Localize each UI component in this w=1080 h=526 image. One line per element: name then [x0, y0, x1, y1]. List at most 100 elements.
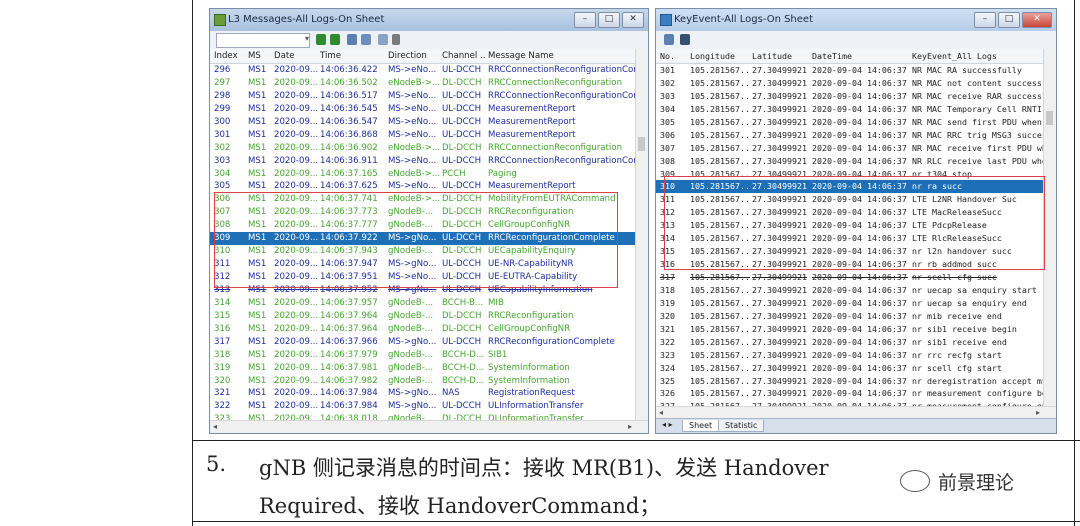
kv-table-row[interactable]: 302 105.281567... 27.30499921 2020-09-04 14…	[656, 77, 1044, 90]
tab-nav-icon[interactable]: ◂ ▸	[662, 420, 673, 429]
export-icon[interactable]	[361, 34, 371, 45]
scroll-right-icon[interactable]: ▸	[1036, 408, 1040, 417]
kv-table-row[interactable]: 325 105.281567... 27.30499921 2020-09-04 14…	[656, 375, 1044, 388]
kv-table-row[interactable]: 322 105.281567... 27.30499921 2020-09-04 14…	[656, 336, 1044, 349]
l3-table-row[interactable]: 317 MS1 2020-09... 14:06:37.966 MS->gNo... UL…	[210, 336, 636, 349]
l3-table-row[interactable]: 305 MS1 2020-09... 14:06:37.625 MS->eNo... UL…	[210, 180, 636, 193]
l3-table-row[interactable]: 296 MS1 2020-09... 14:06:36.422 MS->eNo... UL…	[210, 64, 636, 77]
l3-messages-window[interactable]: L3 Messages-All Logs-On Sheet – □ ✕ ▾ In…	[209, 8, 649, 434]
kv-header-latitude[interactable]: Latitude	[752, 49, 810, 63]
l3-table-row[interactable]: 312 MS1 2020-09... 14:06:37.951 MS->eNo... UL…	[210, 271, 636, 284]
l3-table-row[interactable]: 302 MS1 2020-09... 14:06:36.902 eNodeB->... D…	[210, 142, 636, 155]
kv-header-longitude[interactable]: Longitude	[690, 49, 750, 63]
l3-table-row[interactable]: 318 MS1 2020-09... 14:06:37.979 gNodeB-... BC…	[210, 349, 636, 362]
kv-title-bar[interactable]: KeyEvent-All Logs-On Sheet – □ ✕	[656, 9, 1056, 31]
l3-header-direction[interactable]: Direction	[388, 49, 440, 63]
close-button[interactable]: ✕	[1022, 12, 1052, 28]
kv-table-row[interactable]: 309 105.281567... 27.30499921 2020-09-04 14…	[656, 168, 1044, 181]
kv-table-row[interactable]: 320 105.281567... 27.30499921 2020-09-04 14…	[656, 310, 1044, 323]
kv-table-row[interactable]: 306 105.281567... 27.30499921 2020-09-04 14…	[656, 129, 1044, 142]
arrow-up-icon[interactable]	[330, 34, 340, 45]
l3-table-row[interactable]: 310 MS1 2020-09... 14:06:37.943 gNodeB-... DL…	[210, 245, 636, 258]
l3-header-message-name[interactable]: Message Name	[488, 49, 636, 63]
l3-table-row[interactable]: 303 MS1 2020-09... 14:06:36.911 MS->eNo... UL…	[210, 155, 636, 168]
kv-header-datetime[interactable]: DateTime	[812, 49, 908, 63]
kv-table-row[interactable]: 312 105.281567... 27.30499921 2020-09-04 14…	[656, 206, 1044, 219]
copy-icon[interactable]	[664, 34, 674, 45]
l3-table-row[interactable]: 316 MS1 2020-09... 14:06:37.964 gNodeB-... DL…	[210, 323, 636, 336]
l3-table-row[interactable]: 319 MS1 2020-09... 14:06:37.981 gNodeB-... BC…	[210, 362, 636, 375]
kv-table-row[interactable]: 308 105.281567... 27.30499921 2020-09-04 14…	[656, 155, 1044, 168]
l3-table-row[interactable]: 313 MS1 2020-09... 14:06:37.952 MS->gNo... UL…	[210, 284, 636, 297]
kv-table-row[interactable]: 321 105.281567... 27.30499921 2020-09-04 14…	[656, 323, 1044, 336]
l3-header-time[interactable]: Time	[320, 49, 386, 63]
l3-table-row[interactable]: 307 MS1 2020-09... 14:06:37.773 gNodeB-... DL…	[210, 206, 636, 219]
kv-table-row[interactable]: 318 105.281567... 27.30499921 2020-09-04 14…	[656, 284, 1044, 297]
kv-table-row[interactable]: 323 105.281567... 27.30499921 2020-09-04 14…	[656, 349, 1044, 362]
kv-table-row[interactable]: 326 105.281567... 27.30499921 2020-09-04 14…	[656, 387, 1044, 400]
kv-table-row[interactable]: 313 105.281567... 27.30499921 2020-09-04 14…	[656, 219, 1044, 232]
kv-table-row[interactable]: 310 105.281567... 27.30499921 2020-09-04 14…	[656, 180, 1044, 194]
kv-table-row[interactable]: 304 105.281567... 27.30499921 2020-09-04 14…	[656, 103, 1044, 116]
kv-table-row[interactable]: 301 105.281567... 27.30499921 2020-09-04 14…	[656, 64, 1044, 77]
kv-table-row[interactable]: 319 105.281567... 27.30499921 2020-09-04 14…	[656, 297, 1044, 310]
l3-table-row[interactable]: 308 MS1 2020-09... 14:06:37.777 gNodeB-... DL…	[210, 219, 636, 232]
scroll-left-icon[interactable]: ◂	[659, 408, 663, 417]
l3-table-row[interactable]: 297 MS1 2020-09... 14:06:36.502 eNodeB->... D…	[210, 77, 636, 90]
l3-table-row[interactable]: 300 MS1 2020-09... 14:06:36.547 MS->eNo... UL…	[210, 116, 636, 129]
arrow-down-icon[interactable]	[316, 34, 326, 45]
kv-table-row[interactable]: 311 105.281567... 27.30499921 2020-09-04 14…	[656, 193, 1044, 206]
l3-horizontal-scrollbar[interactable]: ◂ ▸	[210, 420, 648, 433]
settings-icon[interactable]	[378, 34, 388, 45]
l3-table-row[interactable]: 315 MS1 2020-09... 14:06:37.964 gNodeB-... DL…	[210, 310, 636, 323]
kv-vertical-scrollbar[interactable]	[1043, 49, 1056, 407]
keyevent-grid[interactable]: No. Longitude Latitude DateTime KeyEvent_All…	[656, 49, 1044, 407]
l3-table-row[interactable]: 321 MS1 2020-09... 14:06:37.984 MS->gNo... NA…	[210, 387, 636, 400]
kv-header-keyevent[interactable]: KeyEvent_All Logs	[912, 49, 1044, 63]
kv-table-row[interactable]: 303 105.281567... 27.30499921 2020-09-04 14…	[656, 90, 1044, 103]
l3-title-bar[interactable]: L3 Messages-All Logs-On Sheet – □ ✕	[210, 9, 648, 31]
maximize-button[interactable]: □	[598, 12, 620, 28]
copy-icon[interactable]	[347, 34, 357, 45]
tab-statistic[interactable]: Statistic	[718, 420, 765, 432]
l3-message-grid[interactable]: Index MS Date Time Direction Channel ... Messa…	[210, 49, 636, 421]
close-button[interactable]: ✕	[622, 12, 644, 28]
l3-header-ms[interactable]: MS	[248, 49, 272, 63]
kv-header-no[interactable]: No.	[660, 49, 686, 63]
save-icon[interactable]	[680, 34, 690, 45]
l3-cell-message-name: CellGroupConfigNR	[488, 220, 571, 231]
l3-table-row[interactable]: 322 MS1 2020-09... 14:06:37.984 MS->gNo... UL…	[210, 400, 636, 413]
keyevent-window[interactable]: KeyEvent-All Logs-On Sheet – □ ✕ No. Long…	[655, 8, 1057, 434]
l3-table-row[interactable]: 314 MS1 2020-09... 14:06:37.957 gNodeB-... BC…	[210, 297, 636, 310]
l3-vertical-scrollbar[interactable]	[635, 49, 648, 421]
l3-header-date[interactable]: Date	[274, 49, 318, 63]
kv-table-row[interactable]: 307 105.281567... 27.30499921 2020-09-04 14…	[656, 142, 1044, 155]
kv-table-row[interactable]: 316 105.281567... 27.30499921 2020-09-04 14…	[656, 258, 1044, 271]
l3-table-row[interactable]: 299 MS1 2020-09... 14:06:36.545 MS->eNo... UL…	[210, 103, 636, 116]
kv-table-row[interactable]: 315 105.281567... 27.30499921 2020-09-04 14…	[656, 245, 1044, 258]
l3-table-row[interactable]: 311 MS1 2020-09... 14:06:37.947 MS->gNo... UL…	[210, 258, 636, 271]
l3-table-row[interactable]: 298 MS1 2020-09... 14:06:36.517 MS->eNo... UL…	[210, 90, 636, 103]
tab-sheet[interactable]: Sheet	[682, 420, 720, 432]
l3-header-channel[interactable]: Channel ...	[442, 49, 486, 63]
l3-table-row[interactable]: 309 MS1 2020-09... 14:06:37.922 MS->gNo... UL…	[210, 232, 636, 246]
minimize-button[interactable]: –	[974, 12, 996, 28]
kv-table-row[interactable]: 314 105.281567... 27.30499921 2020-09-04 14…	[656, 232, 1044, 245]
minimize-button[interactable]: –	[574, 12, 596, 28]
l3-table-row[interactable]: 304 MS1 2020-09... 14:06:37.165 eNodeB->... P…	[210, 168, 636, 181]
filter-icon[interactable]	[392, 34, 400, 45]
l3-table-row[interactable]: 301 MS1 2020-09... 14:06:36.868 MS->eNo... UL…	[210, 129, 636, 142]
l3-table-row[interactable]: 306 MS1 2020-09... 14:06:37.741 eNodeB->... D…	[210, 193, 636, 206]
l3-table-row[interactable]: 320 MS1 2020-09... 14:06:37.982 gNodeB-... BC…	[210, 375, 636, 388]
kv-table-row[interactable]: 324 105.281567... 27.30499921 2020-09-04 14…	[656, 362, 1044, 375]
filter-combobox[interactable]: ▾	[216, 33, 310, 48]
l3-header-index[interactable]: Index	[214, 49, 244, 63]
kv-table-row[interactable]: 317 105.281567... 27.30499921 2020-09-04 14…	[656, 271, 1044, 284]
scroll-left-icon[interactable]: ◂	[213, 422, 217, 431]
kv-table-row[interactable]: 305 105.281567... 27.30499921 2020-09-04 14…	[656, 116, 1044, 129]
l3-cell-time: 14:06:37.951	[320, 272, 378, 282]
kv-scroll-thumb[interactable]	[1046, 111, 1053, 125]
scroll-right-icon[interactable]: ▸	[628, 422, 632, 431]
l3-scroll-thumb[interactable]	[638, 137, 645, 151]
maximize-button[interactable]: □	[998, 12, 1020, 28]
